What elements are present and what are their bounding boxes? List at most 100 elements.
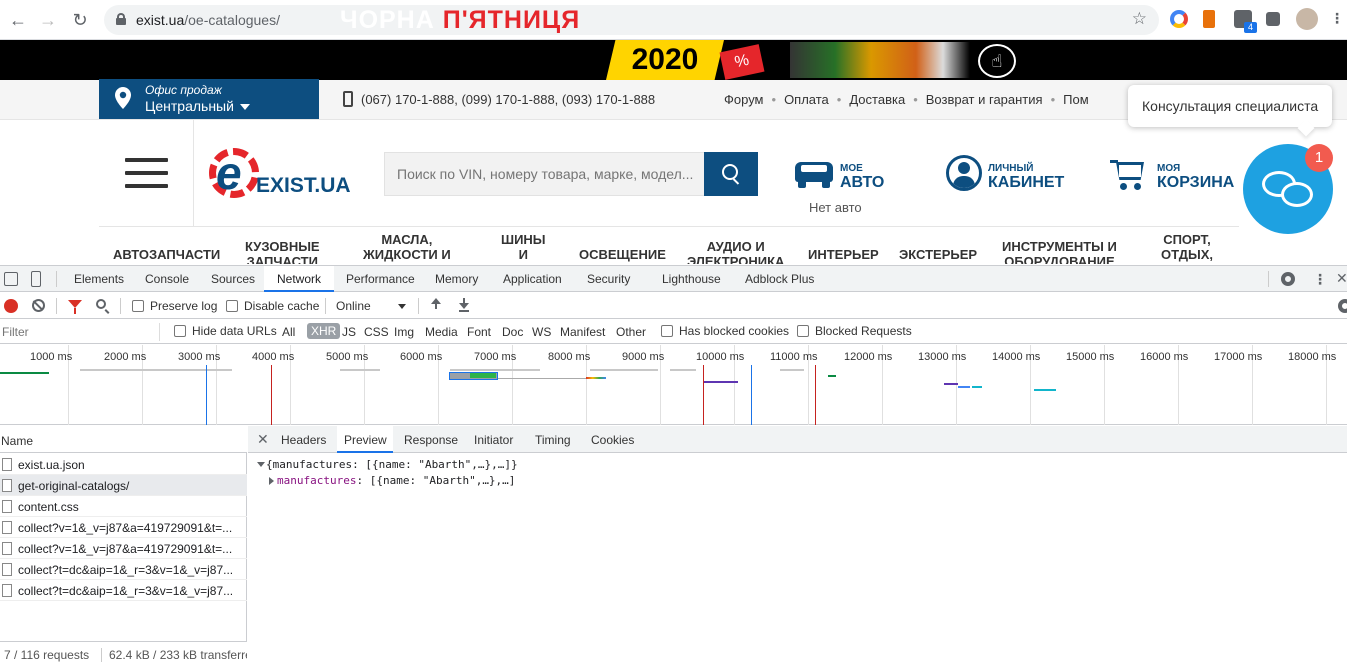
type-manifest[interactable]: Manifest <box>560 325 605 339</box>
cat-body-parts[interactable]: КУЗОВНЫЕ ЗАПЧАСТИ <box>245 239 320 264</box>
tab-security[interactable]: Security <box>587 272 630 286</box>
tab-console[interactable]: Console <box>145 272 189 286</box>
link-payment[interactable]: Оплата <box>784 92 829 107</box>
tab-sources[interactable]: Sources <box>211 272 255 286</box>
link-forum[interactable]: Форум <box>724 92 764 107</box>
tab-memory[interactable]: Memory <box>435 272 478 286</box>
search-button[interactable] <box>704 152 758 196</box>
link-returns[interactable]: Возврат и гарантия <box>926 92 1043 107</box>
cart-icon[interactable] <box>1110 158 1146 190</box>
tab-headers[interactable]: Headers <box>281 433 326 447</box>
cat-exterior[interactable]: ЭКСТЕРЬЕР <box>899 247 977 262</box>
filter-icon[interactable] <box>68 300 82 314</box>
json-root[interactable]: {manufactures: [{name: "Abarth",…},…]} <box>266 458 518 471</box>
forward-icon[interactable]: → <box>36 8 60 32</box>
cat-lighting[interactable]: ОСВЕЩЕНИЕ <box>579 247 666 262</box>
tab-preview[interactable]: Preview <box>344 433 387 447</box>
timeline-overview[interactable]: 1000 ms 2000 ms 3000 ms 4000 ms 5000 ms 6000 … <box>0 345 1347 425</box>
close-details-icon[interactable]: ✕ <box>257 431 269 448</box>
car-icon[interactable] <box>795 158 833 188</box>
cabinet-link[interactable]: КАБИНЕТ <box>988 174 1064 192</box>
type-ws[interactable]: WS <box>532 325 551 339</box>
tab-lighthouse[interactable]: Lighthouse <box>662 272 721 286</box>
chat-tooltip[interactable]: Консультация специалиста <box>1128 85 1332 127</box>
reload-icon[interactable]: ↻ <box>68 8 92 32</box>
lighthouse-icon[interactable] <box>1203 10 1215 28</box>
cat-oils[interactable]: МАСЛА, ЖИДКОСТИ И <box>363 232 451 262</box>
type-js[interactable]: JS <box>342 325 356 339</box>
menu-kebab-icon[interactable]: ⋮ <box>1330 10 1344 27</box>
hamburger-menu-icon[interactable] <box>125 158 168 188</box>
tab-cookies[interactable]: Cookies <box>591 433 634 447</box>
preserve-log-checkbox[interactable] <box>132 300 144 312</box>
url-text[interactable]: exist.ua/oe-catalogues/ <box>136 12 280 28</box>
office-selector[interactable]: Офис продаж Центральный <box>99 79 319 119</box>
request-row[interactable]: content.css <box>0 496 247 517</box>
request-row[interactable]: collect?v=1&_v=j87&a=419729091&t=... <box>0 517 247 538</box>
json-manufactures[interactable]: manufactures: [{name: "Abarth",…},…] <box>277 474 515 487</box>
disable-cache-checkbox[interactable] <box>226 300 238 312</box>
request-row-selected[interactable]: get-original-catalogs/ <box>0 475 247 496</box>
tab-adblock-plus[interactable]: Adblock Plus <box>745 272 814 286</box>
my-car-link[interactable]: АВТО <box>840 174 884 192</box>
cat-audio[interactable]: АУДИО И ЭЛЕКТРОНИКА <box>687 239 784 264</box>
type-media[interactable]: Media <box>425 325 458 339</box>
cat-interior[interactable]: ИНТЕРЬЕР <box>808 247 879 262</box>
tab-timing[interactable]: Timing <box>535 433 571 447</box>
export-har-icon[interactable] <box>459 298 469 312</box>
inspect-element-icon[interactable] <box>4 272 18 286</box>
tab-response[interactable]: Response <box>404 433 458 447</box>
close-devtools-icon[interactable]: ✕ <box>1336 270 1347 287</box>
tab-performance[interactable]: Performance <box>346 272 415 286</box>
back-icon[interactable]: ← <box>6 8 30 32</box>
has-blocked-cookies-checkbox[interactable] <box>661 325 673 337</box>
request-row[interactable]: collect?t=dc&aip=1&_r=3&v=1&_v=j87... <box>0 559 247 580</box>
throttling-select[interactable]: Online <box>336 299 410 315</box>
cat-autoparts[interactable]: АВТОЗАПЧАСТИ <box>113 247 220 262</box>
link-delivery[interactable]: Доставка <box>849 92 905 107</box>
tab-elements[interactable]: Elements <box>74 272 124 286</box>
request-row[interactable]: exist.ua.json <box>0 454 247 475</box>
type-other[interactable]: Other <box>616 325 646 339</box>
hide-data-urls-checkbox[interactable] <box>174 325 186 337</box>
search-icon[interactable] <box>96 299 106 309</box>
link-help[interactable]: Пом <box>1063 92 1089 107</box>
chrome-extension-icon[interactable] <box>1170 10 1188 28</box>
cat-tools[interactable]: ИНСТРУМЕНТЫ И ОБОРУДОВАНИЕ <box>1002 239 1117 264</box>
request-row[interactable]: collect?t=dc&aip=1&_r=3&v=1&_v=j87... <box>0 580 247 601</box>
type-xhr[interactable]: XHR <box>307 323 341 339</box>
record-icon[interactable] <box>4 299 18 313</box>
tab-initiator[interactable]: Initiator <box>474 433 513 447</box>
expand-toggle-icon[interactable] <box>257 462 265 467</box>
tab-network[interactable]: Network <box>277 272 321 286</box>
request-row[interactable]: collect?v=1&_v=j87&a=419729091&t=... <box>0 538 247 559</box>
device-toolbar-icon[interactable] <box>31 271 41 287</box>
profile-avatar[interactable] <box>1296 8 1318 30</box>
settings-gear-icon[interactable] <box>1281 272 1295 286</box>
address-bar[interactable]: exist.ua/oe-catalogues/ ☆ <box>104 5 1159 35</box>
type-css[interactable]: CSS <box>364 325 389 339</box>
user-icon[interactable] <box>946 155 982 191</box>
search-input[interactable] <box>397 166 697 182</box>
logo-text[interactable]: EXIST.UA <box>256 174 351 198</box>
filter-input[interactable] <box>0 323 160 341</box>
tab-application[interactable]: Application <box>503 272 562 286</box>
bookmark-star-icon[interactable]: ☆ <box>1132 9 1147 29</box>
import-har-icon[interactable] <box>431 298 441 312</box>
cart-link[interactable]: КОРЗИНА <box>1157 174 1234 192</box>
more-options-icon[interactable]: ⋮ <box>1313 272 1327 286</box>
type-img[interactable]: Img <box>394 325 414 339</box>
type-font[interactable]: Font <box>467 325 491 339</box>
network-settings-icon[interactable] <box>1338 299 1347 313</box>
collapse-toggle-icon[interactable] <box>269 477 274 485</box>
cat-tires[interactable]: ШИНЫ И <box>501 232 546 262</box>
cat-sport[interactable]: СПОРТ, ОТДЫХ, <box>1161 232 1213 262</box>
blocked-requests-checkbox[interactable] <box>797 325 809 337</box>
column-name[interactable]: Name <box>0 426 247 453</box>
clear-icon[interactable] <box>32 299 45 312</box>
phone-numbers[interactable]: (067) 170-1-888, (099) 170-1-888, (093) … <box>361 92 655 107</box>
type-all[interactable]: All <box>282 325 295 339</box>
puzzle-icon[interactable] <box>1266 12 1280 26</box>
office-value[interactable]: Центральный <box>145 98 250 114</box>
type-doc[interactable]: Doc <box>502 325 523 339</box>
